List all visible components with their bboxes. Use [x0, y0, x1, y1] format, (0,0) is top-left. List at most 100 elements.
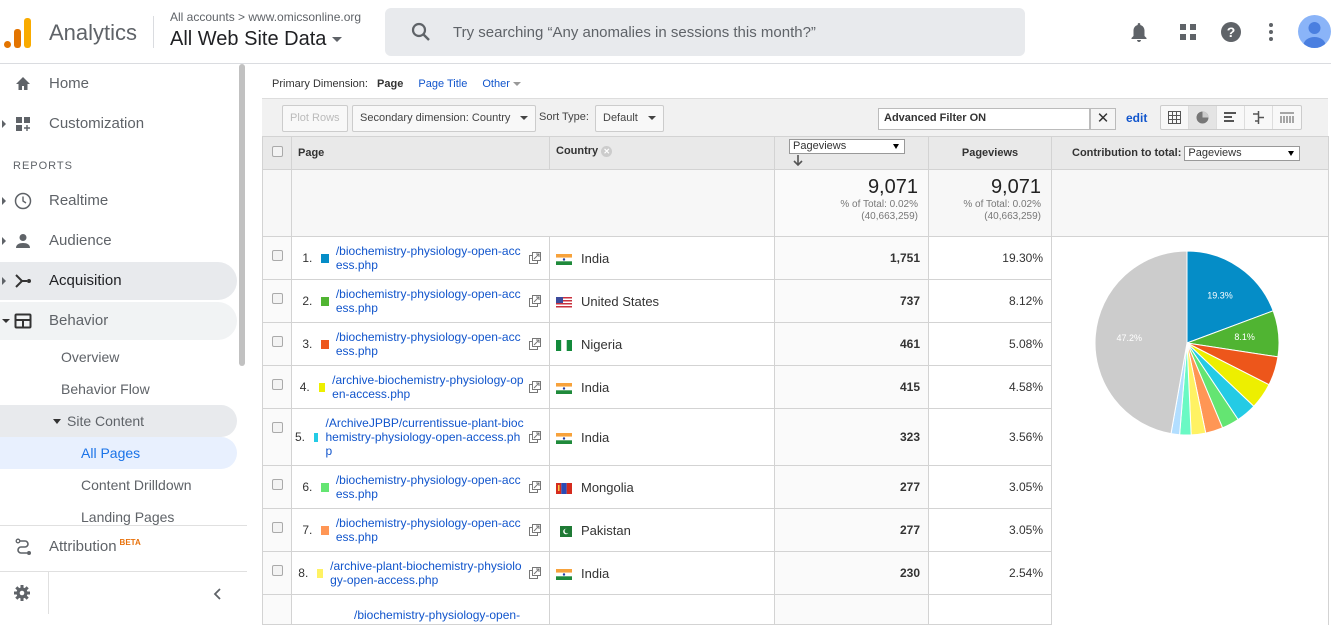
sidebar-item-behavior-flow[interactable]: Behavior Flow [0, 373, 237, 405]
bell-icon[interactable] [1127, 20, 1151, 44]
behavior-icon [14, 313, 32, 329]
secondary-dimension-select[interactable]: Secondary dimension: Country [352, 105, 537, 132]
more-vert-icon[interactable] [1259, 20, 1283, 44]
series-color-swatch [321, 253, 329, 263]
sidebar-item-label: Behavior [49, 312, 109, 329]
analytics-logo[interactable] [4, 16, 34, 48]
open-link-icon[interactable] [529, 295, 541, 307]
apps-grid-icon[interactable] [1176, 20, 1200, 44]
table-toolbar: Plot Rows Secondary dimension: Country S… [262, 98, 1328, 136]
sidebar-item-behavior[interactable]: Behavior [0, 302, 237, 340]
sidebar-item-label: Site Content [67, 413, 145, 429]
gear-icon[interactable] [13, 584, 31, 602]
breadcrumb[interactable]: All accounts > www.omicsonline.org [170, 10, 361, 24]
advanced-filter-input[interactable]: Advanced Filter ON [878, 108, 1090, 130]
table-view-button[interactable] [1161, 106, 1189, 129]
row-checkbox[interactable] [271, 422, 283, 433]
clock-icon [14, 192, 32, 210]
contribution-select[interactable]: Pageviews [1184, 145, 1301, 161]
flag-us-icon [556, 296, 572, 308]
help-icon[interactable]: ? [1219, 20, 1243, 44]
page-link[interactable]: /biochemistry-physiology-open-access.php [336, 516, 525, 544]
sort-type-select[interactable]: Default [595, 105, 664, 132]
sidebar-item-audience[interactable]: Audience [0, 222, 237, 260]
page-link[interactable]: /archive-biochemistry-physiology-open-ac… [332, 373, 525, 401]
metric-select[interactable]: Pageviews [789, 139, 905, 155]
collapse-sidebar-icon[interactable] [212, 587, 222, 601]
page-link[interactable]: /biochemistry-physiology-open-access.php [336, 473, 525, 501]
column-header-pageviews[interactable]: Pageviews [928, 136, 1052, 170]
country-cell: United States [549, 279, 775, 323]
sidebar-item-realtime[interactable]: Realtime [0, 182, 237, 220]
sidebar-item-landing-pages[interactable]: Landing Pages [0, 501, 237, 533]
app-name: Analytics [49, 20, 138, 45]
open-link-icon[interactable] [529, 567, 541, 579]
primary-dimension-other[interactable]: Other [482, 78, 521, 90]
page-link[interactable]: /archive-plant-biochemistry-physiology-o… [330, 559, 525, 587]
column-header-country[interactable]: Country ✕ [549, 136, 775, 170]
pivot-view-button[interactable] [1273, 106, 1301, 129]
page-cell: 7. /biochemistry-physiology-open-access.p… [291, 508, 550, 552]
select-all-checkbox[interactable] [271, 146, 283, 157]
sidebar-item-all-pages[interactable]: All Pages [0, 437, 237, 469]
edit-filter-link[interactable]: edit [1126, 111, 1147, 125]
sort-type-label: Sort Type: [539, 111, 589, 123]
sidebar-item-home[interactable]: Home [0, 65, 237, 103]
open-link-icon[interactable] [529, 381, 541, 393]
avatar[interactable] [1298, 15, 1331, 48]
view-selector[interactable]: All Web Site Data [170, 28, 343, 51]
sidebar-item-acquisition[interactable]: Acquisition [0, 262, 237, 300]
clear-filter-button[interactable]: ✕ [1090, 108, 1116, 130]
page-cell: /biochemistry-physiology-open- [291, 594, 550, 625]
view-toggle-group [1160, 105, 1302, 130]
totals-row: 9,071 % of Total: 0.02% (40,663,259) 9,0… [262, 169, 1329, 237]
sidebar-item-content-drilldown[interactable]: Content Drilldown [0, 469, 237, 501]
grid-icon [1168, 111, 1181, 124]
page-link[interactable]: /ArchiveJPBP/currentissue-plant-biochemi… [325, 416, 525, 458]
chevron-down-icon [647, 116, 656, 121]
page-link[interactable]: /biochemistry-physiology-open-access.php [336, 244, 525, 272]
row-checkbox[interactable] [271, 250, 283, 261]
sidebar-item-customization[interactable]: Customization [0, 105, 237, 143]
primary-dimension-page-title[interactable]: Page Title [418, 78, 467, 90]
row-checkbox[interactable] [271, 336, 283, 347]
row-checkbox[interactable] [271, 293, 283, 304]
country-cell: Mongolia [549, 465, 775, 509]
total-percent: % of Total: 0.02% [963, 199, 1041, 210]
plot-rows-button[interactable]: Plot Rows [282, 105, 348, 132]
row-checkbox[interactable] [271, 522, 283, 533]
comparison-view-button[interactable] [1245, 106, 1273, 129]
column-header-page[interactable]: Page [291, 136, 550, 170]
row-checkbox[interactable] [271, 565, 283, 576]
open-link-icon[interactable] [529, 338, 541, 350]
open-link-icon[interactable] [529, 252, 541, 264]
performance-view-button[interactable] [1217, 106, 1245, 129]
page-cell: 6. /biochemistry-physiology-open-access.p… [291, 465, 550, 509]
search-bar[interactable]: Try searching “Any anomalies in sessions… [385, 8, 1025, 56]
pivot-icon [1280, 112, 1294, 123]
pie-slice-label: 47.2% [1116, 333, 1142, 343]
open-link-icon[interactable] [529, 524, 541, 536]
pie-slice-label: 19.3% [1207, 290, 1233, 300]
sidebar-item-site-content[interactable]: Site Content [0, 405, 237, 437]
flag-nigeria-icon [556, 339, 572, 351]
percent-cell: 3.05% [928, 465, 1052, 509]
metric-cell: 277 [774, 508, 929, 552]
total-pageviews: 9,071 % of Total: 0.02% (40,663,259) [928, 169, 1052, 237]
pie-view-button[interactable] [1189, 106, 1217, 129]
page-link[interactable]: /biochemistry-physiology-open- [294, 608, 547, 622]
sidebar-scrollbar[interactable] [239, 64, 245, 366]
sidebar-item-attribution[interactable]: Attribution BETA [0, 532, 247, 562]
sort-descending-icon[interactable] [793, 154, 803, 167]
primary-dimension-page[interactable]: Page [377, 78, 403, 90]
open-link-icon[interactable] [529, 481, 541, 493]
search-icon [411, 22, 430, 41]
remove-dimension-icon[interactable]: ✕ [601, 145, 613, 157]
row-checkbox[interactable] [271, 479, 283, 490]
page-link[interactable]: /biochemistry-physiology-open-access.php [336, 330, 525, 358]
open-link-icon[interactable] [529, 431, 541, 443]
row-number: 7. [302, 523, 313, 537]
row-checkbox[interactable] [271, 379, 283, 390]
sidebar-item-overview[interactable]: Overview [0, 341, 237, 373]
page-link[interactable]: /biochemistry-physiology-open-access.php [336, 287, 525, 315]
